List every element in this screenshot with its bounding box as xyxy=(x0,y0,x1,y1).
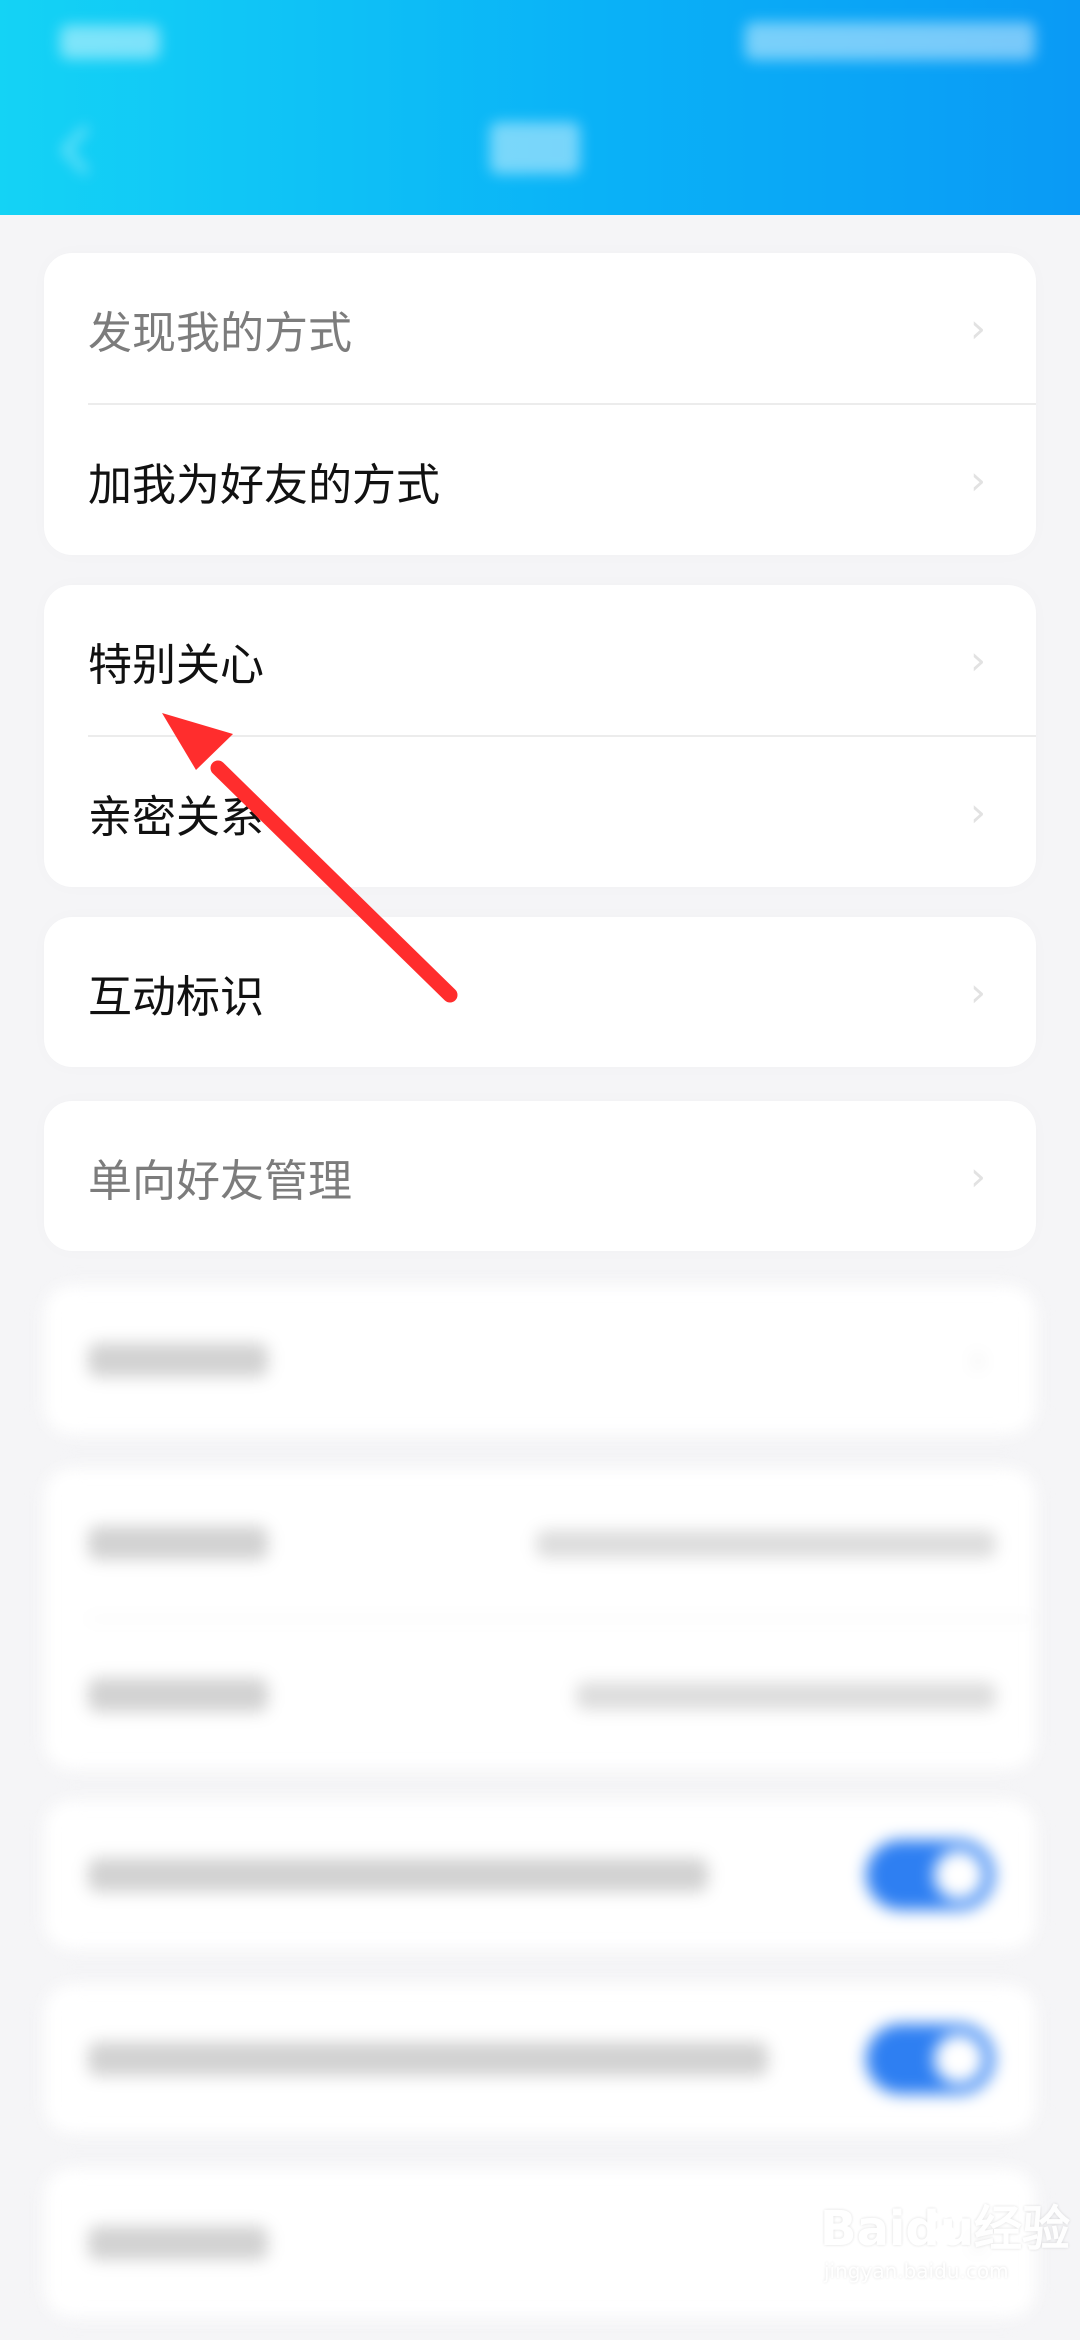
settings-group-relationships: 特别关心 › 亲密关系 › xyxy=(44,585,1036,887)
settings-row-interaction-identity[interactable]: 互动标识 › xyxy=(44,917,1036,1069)
settings-group-one-way-friends: 单向好友管理 › xyxy=(44,1101,1036,1251)
back-button[interactable] xyxy=(58,125,92,175)
blurred-label xyxy=(88,1678,268,1712)
blurred-toggle[interactable] xyxy=(866,1840,994,1910)
blurred-value xyxy=(536,1530,996,1558)
blurred-value xyxy=(576,1682,996,1710)
settings-group-blurred-1: › xyxy=(44,1285,1036,1435)
chevron-right-icon: › xyxy=(970,970,986,1016)
settings-group-interaction: 互动标识 › xyxy=(44,917,1036,1067)
chevron-right-icon: › xyxy=(970,638,986,684)
chevron-left-icon xyxy=(62,126,88,174)
settings-group-blurred-3 xyxy=(44,1800,1036,1950)
chevron-right-icon: › xyxy=(970,790,986,836)
settings-row-find-me[interactable]: 发现我的方式 › xyxy=(44,253,1036,405)
status-icons xyxy=(745,22,1035,60)
watermark-site: jingyan.baidu.com xyxy=(824,2259,1009,2283)
page-title xyxy=(490,122,580,174)
settings-group-discovery: 发现我的方式 › 加我为好友的方式 › xyxy=(44,253,1036,555)
settings-label: 互动标识 xyxy=(88,972,264,1023)
settings-row-blurred[interactable] xyxy=(44,1620,1036,1772)
blurred-label xyxy=(88,1343,268,1377)
chevron-right-icon: › xyxy=(970,306,986,352)
header xyxy=(0,0,1080,215)
settings-row-special-care[interactable]: 特别关心 › xyxy=(44,585,1036,737)
settings-row-blurred[interactable] xyxy=(44,1468,1036,1620)
chevron-right-icon: › xyxy=(970,1337,986,1383)
blurred-label xyxy=(88,1858,708,1892)
blurred-label xyxy=(88,2042,768,2076)
settings-label: 单向好友管理 xyxy=(88,1156,352,1207)
chevron-right-icon: › xyxy=(970,1154,986,1200)
settings-label: 亲密关系 xyxy=(88,792,264,843)
settings-row-intimate-relationship[interactable]: 亲密关系 › xyxy=(44,737,1036,889)
settings-label: 加我为好友的方式 xyxy=(88,460,440,511)
blurred-label xyxy=(88,1526,268,1560)
settings-label: 特别关心 xyxy=(88,640,264,691)
blurred-toggle[interactable] xyxy=(866,2024,994,2094)
settings-label: 发现我的方式 xyxy=(88,308,352,359)
settings-group-blurred-2 xyxy=(44,1468,1036,1770)
settings-row-one-way-friends[interactable]: 单向好友管理 › xyxy=(44,1101,1036,1253)
paw-icon xyxy=(929,2208,962,2245)
settings-group-blurred-4 xyxy=(44,1984,1036,2134)
status-time xyxy=(60,25,160,59)
baidu-jingyan-watermark: Baidu经验 jingyan.baidu.com xyxy=(820,2205,1070,2285)
settings-row-add-friend-method[interactable]: 加我为好友的方式 › xyxy=(44,405,1036,557)
chevron-right-icon: › xyxy=(970,458,986,504)
blurred-label xyxy=(88,2226,268,2260)
